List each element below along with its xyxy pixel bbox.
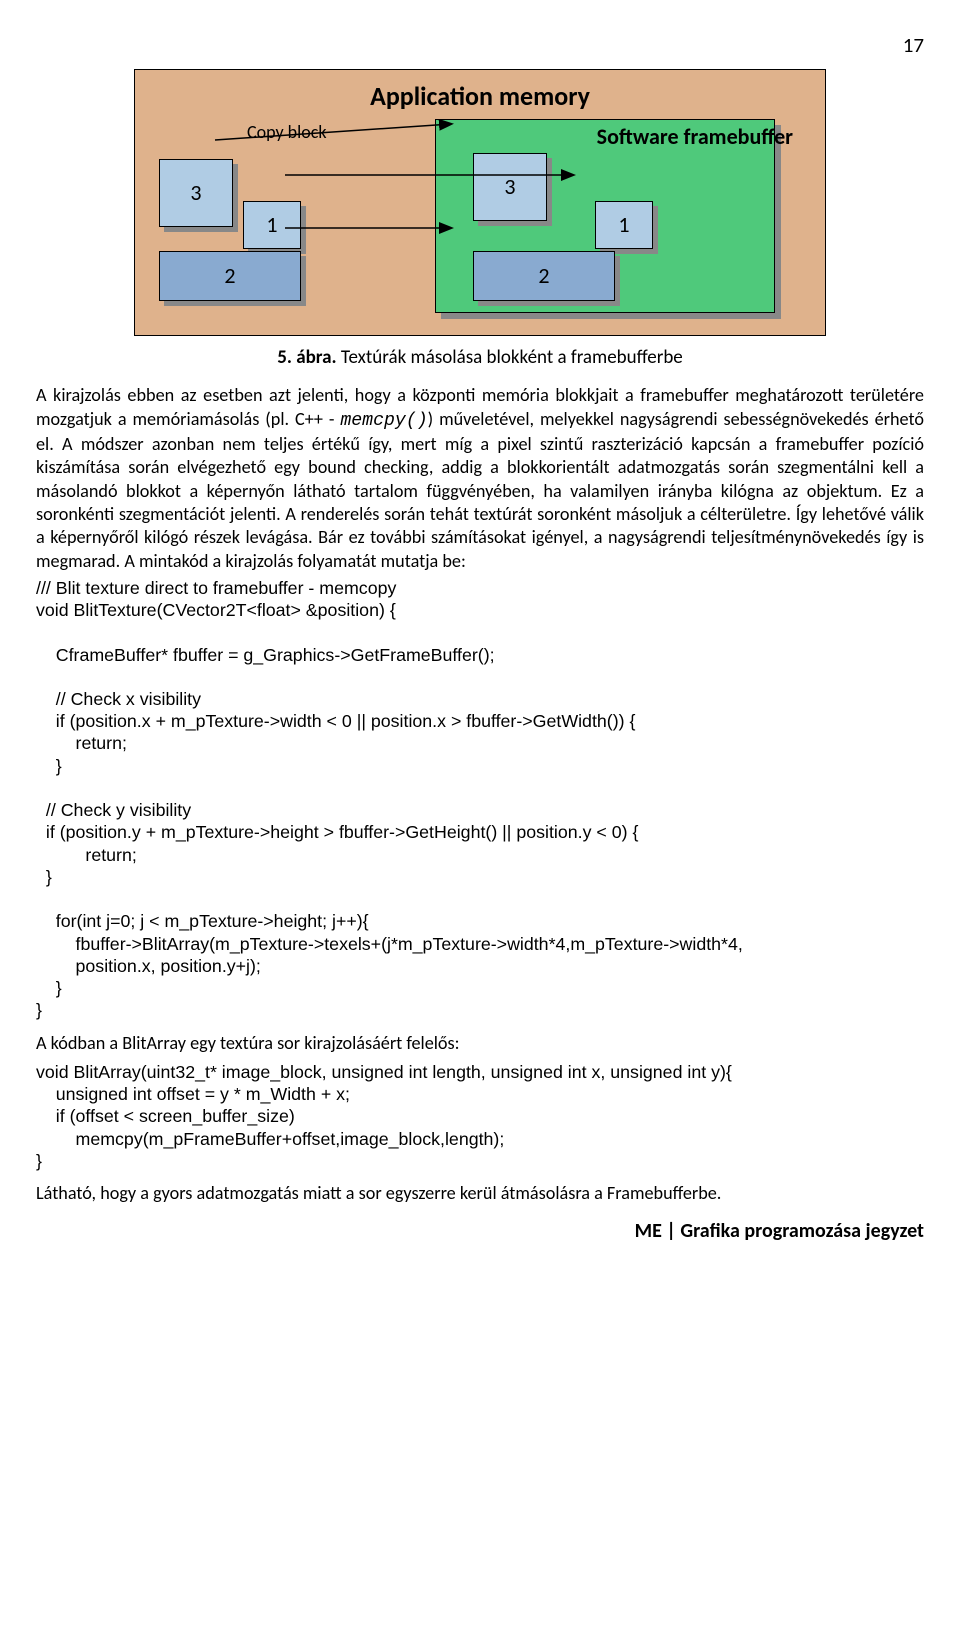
diagram-container: Application memory Copy block 3 1 2 <box>36 69 924 336</box>
code-block-1: /// Blit texture direct to framebuffer -… <box>36 577 924 1022</box>
dest-block-1: 1 <box>595 201 653 249</box>
page-footer: ME | Grafika programozása jegyzet <box>36 1219 924 1245</box>
memcpy-inline: memcpy() <box>340 411 427 431</box>
application-memory-diagram: Application memory Copy block 3 1 2 <box>134 69 826 336</box>
framebuffer-title: Software framebuffer <box>435 123 793 151</box>
page-number: 17 <box>36 32 924 59</box>
diagram-title: Application memory <box>155 78 805 119</box>
caption-number: 5. ábra. <box>277 346 336 369</box>
caption-text: Textúrák másolása blokként a framebuffer… <box>337 346 683 369</box>
figure-caption: 5. ábra. Textúrák másolása blokként a fr… <box>36 346 924 370</box>
copy-block-label: Copy block <box>247 121 327 144</box>
source-block-3: 3 <box>159 159 233 227</box>
body-paragraph: A kirajzolás ebben az esetben azt jelent… <box>36 384 924 572</box>
para-part2: ) műveletével, melyekkel nagyságrendi se… <box>36 408 924 572</box>
code-block-2: void BlitArray(uint32_t* image_block, un… <box>36 1061 924 1172</box>
source-block-1: 1 <box>243 201 301 249</box>
footer-paragraph: Látható, hogy a gyors adatmozgatás miatt… <box>36 1182 924 1205</box>
mid-paragraph: A kódban a BlitArray egy textúra sor kir… <box>36 1032 924 1055</box>
source-block-2: 2 <box>159 251 301 301</box>
dest-block-3: 3 <box>473 153 547 221</box>
dest-block-2: 2 <box>473 251 615 301</box>
